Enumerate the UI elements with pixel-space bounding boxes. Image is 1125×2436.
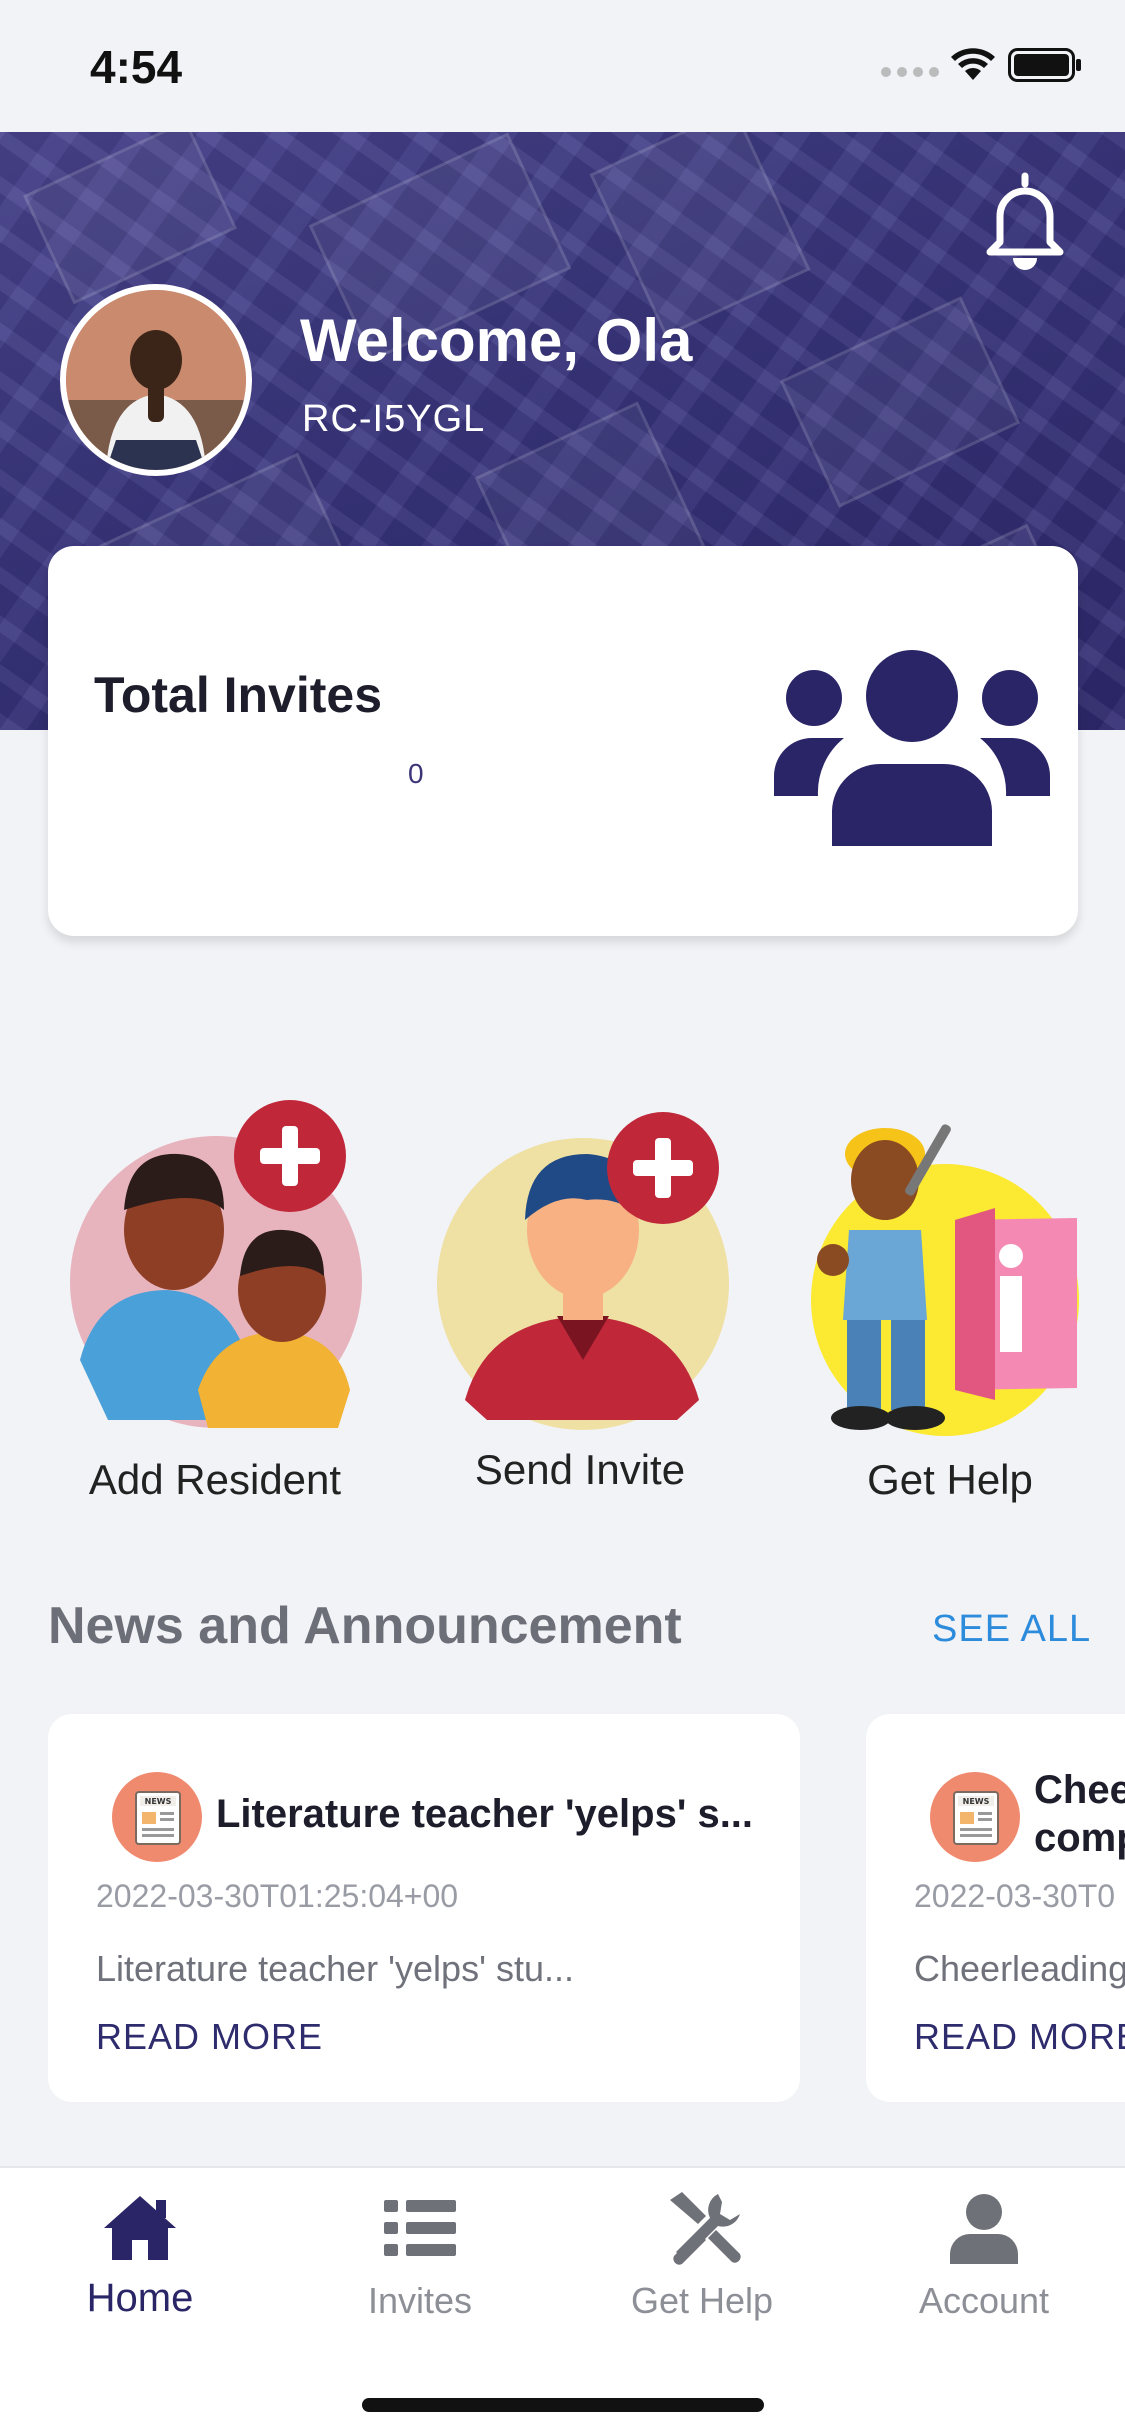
news-excerpt: Cheerleading	[914, 1948, 1125, 1989]
get-help-label: Get Help	[867, 1456, 1033, 1503]
status-bar: 4:54	[0, 0, 1125, 132]
send-invite-icon	[437, 1112, 729, 1430]
news-title: Literature teacher 'yelps' s...	[216, 1792, 754, 1836]
wifi-icon	[951, 48, 995, 80]
bell-icon[interactable]	[980, 170, 1070, 270]
add-resident-button[interactable]: Add Resident	[60, 1100, 370, 1520]
total-invites-value: 0	[408, 758, 424, 789]
news-date: 2022-03-30T01:25:04+00	[96, 1878, 459, 1914]
total-invites-title: Total Invites	[94, 667, 383, 723]
tab-account[interactable]: Account	[864, 2188, 1104, 2322]
tab-home[interactable]: Home	[20, 2188, 260, 2321]
tab-get-help[interactable]: Get Help	[582, 2188, 822, 2322]
send-invite-button[interactable]: Send Invite	[425, 1110, 735, 1530]
signal-dots-icon	[881, 67, 939, 77]
svg-text:NEWS: NEWS	[145, 1797, 172, 1806]
handyman-icon	[811, 1124, 1079, 1436]
resident-code: RC-I5YGL	[302, 398, 486, 440]
status-time: 4:54	[90, 41, 183, 93]
tools-icon	[670, 2192, 741, 2265]
list-icon	[384, 2200, 456, 2256]
tab-invites-label: Invites	[367, 2280, 473, 2321]
welcome-text: Welcome, Ola	[300, 307, 693, 374]
news-date: 2022-03-30T0	[914, 1878, 1116, 1914]
get-help-button[interactable]: Get Help	[795, 1100, 1105, 1520]
news-heading: News and Announcement	[48, 1597, 682, 1655]
read-more-link[interactable]: READ MORE	[96, 2016, 323, 2058]
read-more-link[interactable]: READ MORE	[914, 2016, 1125, 2058]
news-icon: NEWS	[930, 1772, 1020, 1862]
home-indicator[interactable]	[362, 2398, 764, 2412]
user-icon	[950, 2194, 1018, 2264]
news-icon: NEWS	[112, 1772, 202, 1862]
battery-icon	[1008, 48, 1081, 82]
add-resident-label: Add Resident	[88, 1456, 342, 1503]
news-title-line1: Chee	[1034, 1768, 1125, 1812]
add-resident-icon	[70, 1100, 362, 1428]
home-icon	[104, 2196, 176, 2260]
news-title-line2: comp	[1034, 1816, 1125, 1860]
send-invite-label: Send Invite	[474, 1446, 686, 1493]
group-icon	[774, 650, 1050, 846]
avatar[interactable]	[60, 284, 252, 476]
tab-bar: Home Invites Get Help Account	[0, 2166, 1125, 2436]
tab-invites[interactable]: Invites	[300, 2188, 540, 2322]
tab-get-help-label: Get Help	[630, 2280, 774, 2321]
total-invites-card[interactable]: Total Invites 0	[48, 546, 1078, 936]
tab-home-label: Home	[86, 2276, 194, 2320]
tab-account-label: Account	[918, 2280, 1050, 2321]
see-all-link[interactable]: SEE ALL	[932, 1608, 1091, 1651]
news-card[interactable]: NEWS Literature teacher 'yelps' s... 202…	[48, 1714, 800, 2102]
news-excerpt: Literature teacher 'yelps' stu...	[96, 1948, 574, 1989]
svg-text:NEWS: NEWS	[963, 1797, 990, 1806]
news-card[interactable]: NEWS Chee comp 2022-03-30T0 Cheerleading…	[866, 1714, 1125, 2102]
